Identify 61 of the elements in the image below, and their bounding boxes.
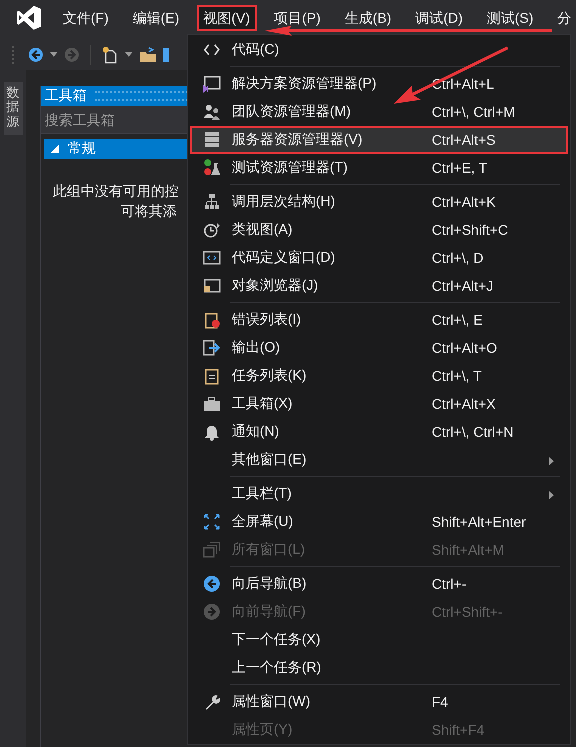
menu-item[interactable]: 下一个任务(X) <box>190 626 568 654</box>
menu-item[interactable]: 工具箱(X) Ctrl+Alt+X <box>190 390 568 418</box>
menu-item[interactable]: 上一个任务(R) <box>190 654 568 682</box>
submenu-arrow-icon <box>549 491 554 500</box>
menu-bar-item[interactable]: 调试(D) <box>408 5 470 31</box>
submenu-arrow-icon <box>549 457 554 466</box>
clock-icon <box>203 221 221 239</box>
windows-icon <box>203 541 221 559</box>
menu-item[interactable]: 测试资源管理器(T) Ctrl+E, T <box>190 154 568 182</box>
new-project-icon[interactable] <box>101 46 119 64</box>
menu-bar-item[interactable]: 分 <box>550 5 576 31</box>
back-icon[interactable] <box>28 47 44 63</box>
bell-icon <box>203 423 221 441</box>
menu-bar-item[interactable]: 视图(V) <box>196 5 258 31</box>
menu-item[interactable]: 对象浏览器(J) Ctrl+Alt+J <box>190 272 568 300</box>
menu-item[interactable]: 其他窗口(E) <box>190 446 568 474</box>
server-icon <box>203 131 221 149</box>
menu-item[interactable]: 属性窗口(W) F4 <box>190 688 568 716</box>
menu-item[interactable]: 团队资源管理器(M) Ctrl+\, Ctrl+M <box>190 98 568 126</box>
caret-icon[interactable] <box>125 52 133 58</box>
logo-icon <box>16 5 42 31</box>
code-window-icon <box>203 249 221 267</box>
toolbox-icon <box>203 395 221 413</box>
menu-item[interactable]: 服务器资源管理器(V) Ctrl+Alt+S <box>190 126 568 154</box>
menu-bar-item[interactable]: 项目(P) <box>267 5 328 31</box>
group-label: 常规 <box>68 140 96 158</box>
menu-item[interactable]: 任务列表(K) Ctrl+\, T <box>190 362 568 390</box>
panel-title: 工具箱 <box>45 87 87 105</box>
people-icon <box>203 103 221 121</box>
menu-item[interactable]: 错误列表(I) Ctrl+\, E <box>190 306 568 334</box>
empty-group-text: 可将其添 <box>121 203 177 221</box>
menu-item[interactable]: 解决方案资源管理器(P) Ctrl+Alt+L <box>190 70 568 98</box>
caret-icon[interactable] <box>50 52 58 58</box>
menu-item[interactable]: 代码定义窗口(D) Ctrl+\, D <box>190 244 568 272</box>
menu-bar-item[interactable]: 编辑(E) <box>126 5 187 31</box>
expand-icon[interactable] <box>50 144 60 154</box>
output-arrow-icon <box>203 339 221 357</box>
menu-item[interactable]: 通知(N) Ctrl+\, Ctrl+N <box>190 418 568 446</box>
window-icon <box>203 75 221 93</box>
back-icon <box>203 575 221 593</box>
menu-bar-item[interactable]: 文件(F) <box>56 5 116 31</box>
side-tab[interactable]: 数据源 <box>4 82 22 135</box>
clipboard-icon <box>203 367 221 385</box>
menu-bar-item[interactable]: 测试(S) <box>480 5 541 31</box>
menu-item[interactable]: 类视图(A) Ctrl+Shift+C <box>190 216 568 244</box>
menu-item[interactable]: 全屏幕(U) Shift+Alt+Enter <box>190 508 568 536</box>
menu-item[interactable]: 输出(O) Ctrl+Alt+O <box>190 334 568 362</box>
clipboard-error-icon <box>203 311 221 329</box>
menu-item[interactable]: 工具栏(T) <box>190 480 568 508</box>
forward-icon <box>203 603 221 621</box>
flask-icon <box>203 159 221 177</box>
hierarchy-icon <box>203 193 221 211</box>
save-icon[interactable] <box>163 47 169 63</box>
fullscreen-icon <box>203 513 221 531</box>
menu-item[interactable]: 调用层次结构(H) Ctrl+Alt+K <box>190 188 568 216</box>
empty-group-text: 此组中没有可用的控 <box>53 183 179 201</box>
folder-icon[interactable] <box>139 47 157 63</box>
menu-item[interactable]: 向后导航(B) Ctrl+- <box>190 570 568 598</box>
menu-item[interactable]: 代码(C) <box>190 36 568 64</box>
browser-window-icon <box>203 277 221 295</box>
menu-bar-item[interactable]: 生成(B) <box>338 5 399 31</box>
